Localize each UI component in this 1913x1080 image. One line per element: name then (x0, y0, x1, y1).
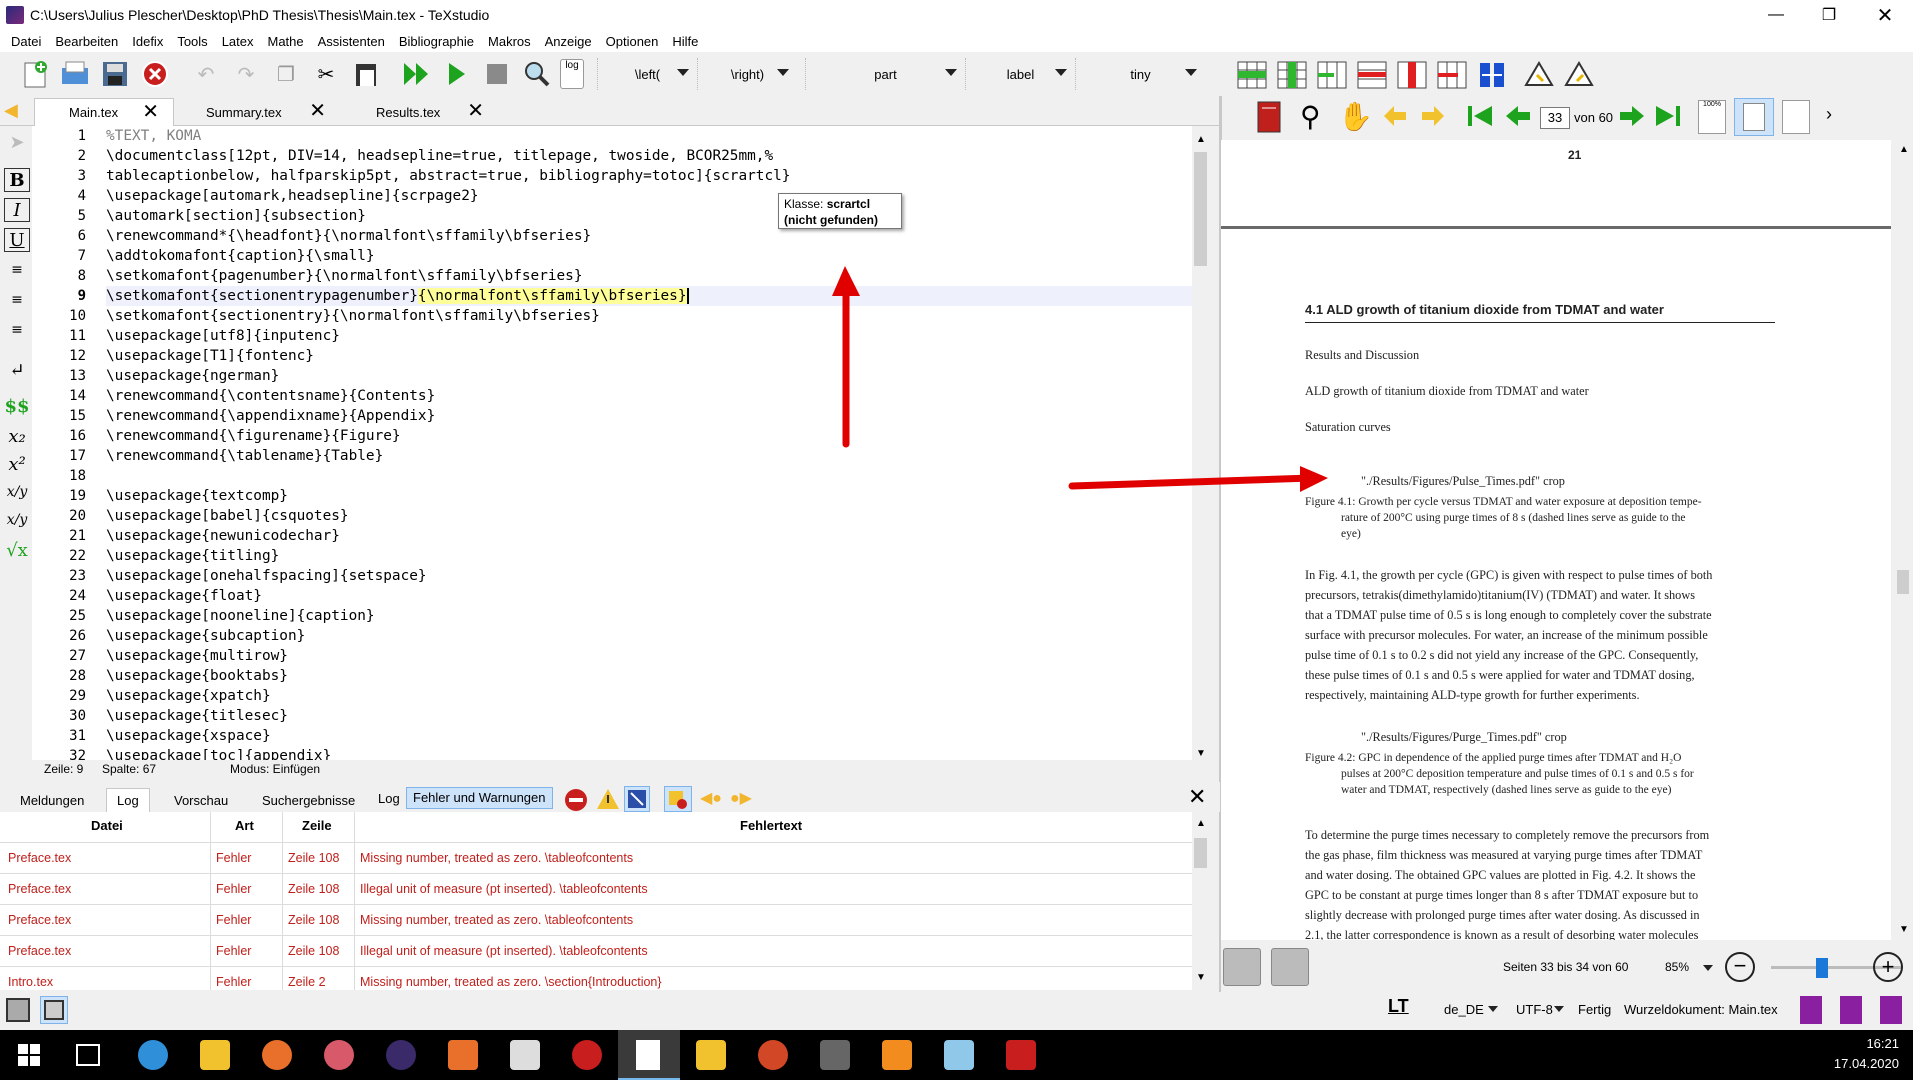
app-icon[interactable] (324, 1040, 354, 1070)
task-view-icon[interactable] (76, 1044, 100, 1066)
taskbar-time[interactable]: 16:21 (1866, 1036, 1899, 1051)
powerpoint-icon[interactable] (758, 1040, 788, 1070)
file-explorer-icon[interactable] (200, 1040, 230, 1070)
app-icon[interactable] (882, 1040, 912, 1070)
app-icon[interactable] (944, 1040, 974, 1070)
calculator-icon[interactable] (510, 1040, 540, 1070)
app-icon[interactable] (1006, 1040, 1036, 1070)
browser-globe-icon[interactable] (138, 1040, 168, 1070)
app-icon[interactable] (386, 1040, 416, 1070)
app-icon[interactable] (572, 1040, 602, 1070)
windows-taskbar: 16:21 17.04.2020 (0, 1030, 1913, 1080)
app-icon[interactable] (820, 1040, 850, 1070)
texstudio-taskbar-button[interactable] (618, 1030, 680, 1080)
app-icon[interactable] (696, 1040, 726, 1070)
windows-start-icon[interactable] (18, 1044, 40, 1066)
red-arrow-right-head (1300, 466, 1328, 492)
taskbar-date[interactable]: 17.04.2020 (1834, 1056, 1899, 1071)
annotation-arrows (832, 266, 1328, 492)
red-arrow-right (1068, 474, 1316, 490)
app-icon[interactable] (448, 1040, 478, 1070)
red-arrow-up-head (832, 266, 860, 296)
firefox-icon[interactable] (262, 1040, 292, 1070)
